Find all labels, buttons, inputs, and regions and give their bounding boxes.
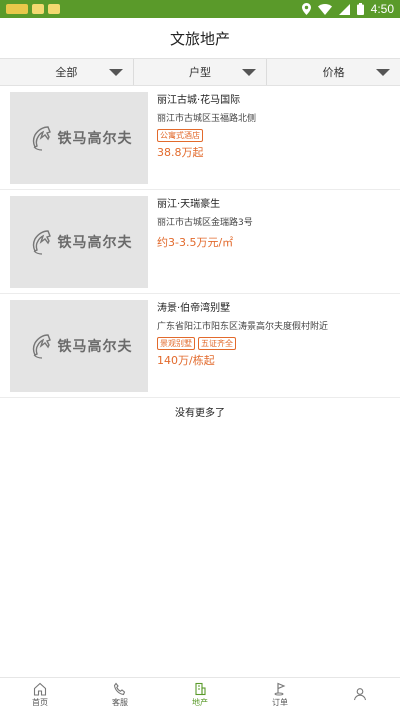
filter-layout-dropdown[interactable]: 户型 (134, 59, 268, 85)
horse-logo-icon (32, 126, 51, 151)
tab-service[interactable]: 客服 (80, 678, 160, 711)
tab-orders[interactable]: 订单 (240, 678, 320, 711)
property-list: 铁马高尔夫 丽江古城·花马国际 丽江市古城区玉福路北侧 公寓式酒店 38.8万起… (0, 86, 400, 398)
status-time: 4:50 (370, 2, 394, 16)
filter-label: 户型 (189, 66, 211, 79)
page-title: 文旅地产 (169, 29, 230, 48)
property-card[interactable]: 铁马高尔夫 涛景·伯帝湾别墅 广东省阳江市阳东区涛景高尔夫度假村附近 景观别墅 … (0, 294, 400, 398)
tab-profile[interactable] (320, 678, 400, 711)
property-price: 38.8万起 (157, 146, 204, 159)
end-of-list-message: 没有更多了 (175, 408, 225, 419)
property-tag: 五证齐全 (198, 337, 236, 350)
thumbnail-logo-text: 铁马高尔夫 (57, 131, 133, 147)
property-thumbnail: 铁马高尔夫 (10, 300, 148, 392)
property-tags: 景观别墅 五证齐全 (157, 337, 392, 350)
property-title: 涛景·伯帝湾别墅 (157, 303, 231, 314)
property-card[interactable]: 铁马高尔夫 丽江·天瑞豪生 丽江市古城区金瑞路3号 约3-3.5万元/㎡ (0, 190, 400, 294)
property-tag: 景观别墅 (157, 337, 195, 350)
status-notifications (6, 4, 60, 14)
wifi-icon (317, 3, 332, 15)
thumbnail-logo-text: 铁马高尔夫 (57, 339, 133, 355)
property-tags: 公寓式酒店 (157, 129, 392, 142)
filter-label: 全部 (55, 66, 78, 79)
thumbnail-logo-text: 铁马高尔夫 (57, 235, 133, 251)
property-address: 丽江市古城区玉福路北侧 (157, 114, 257, 124)
app-header: 文旅地产 (0, 18, 400, 58)
tab-label: 订单 (272, 697, 288, 707)
filter-all-dropdown[interactable]: 全部 (0, 59, 134, 85)
building-icon (195, 682, 206, 695)
battery-icon (356, 3, 364, 15)
caret-down-icon (242, 69, 257, 76)
notification-icon (6, 4, 28, 14)
notification-icon (48, 4, 60, 14)
property-title: 丽江·天瑞豪生 (157, 199, 221, 210)
property-thumbnail: 铁马高尔夫 (10, 196, 148, 288)
caret-down-icon (108, 69, 123, 76)
bottom-tab-bar: 首页 客服 地产 订单 (0, 677, 400, 711)
notification-icon (32, 4, 44, 14)
horse-logo-icon (32, 230, 51, 255)
property-price: 约3-3.5万元/㎡ (157, 236, 234, 249)
property-price: 140万/栋起 (157, 354, 215, 367)
property-card[interactable]: 铁马高尔夫 丽江古城·花马国际 丽江市古城区玉福路北侧 公寓式酒店 38.8万起 (0, 86, 400, 190)
tab-label: 客服 (112, 697, 128, 707)
status-bar: 4:50 (0, 0, 400, 18)
property-address: 丽江市古城区金瑞路3号 (157, 218, 253, 228)
tab-real-estate[interactable]: 地产 (160, 678, 240, 711)
golf-flag-icon (274, 682, 286, 695)
signal-icon (338, 3, 350, 15)
location-icon (301, 3, 311, 15)
tab-home[interactable]: 首页 (0, 678, 80, 711)
property-title: 丽江古城·花马国际 (157, 95, 241, 106)
property-tag: 公寓式酒店 (157, 129, 203, 142)
phone-icon (113, 682, 126, 695)
home-icon (33, 682, 47, 696)
filter-bar: 全部 户型 价格 (0, 58, 400, 86)
property-thumbnail: 铁马高尔夫 (10, 92, 148, 184)
horse-logo-icon (32, 334, 51, 359)
caret-down-icon (376, 69, 391, 76)
tab-label: 首页 (32, 697, 48, 707)
tab-label: 地产 (192, 697, 208, 707)
property-address: 广东省阳江市阳东区涛景高尔夫度假村附近 (157, 322, 329, 332)
filter-label: 价格 (322, 66, 345, 79)
profile-icon (353, 688, 367, 701)
filter-price-dropdown[interactable]: 价格 (267, 59, 400, 85)
